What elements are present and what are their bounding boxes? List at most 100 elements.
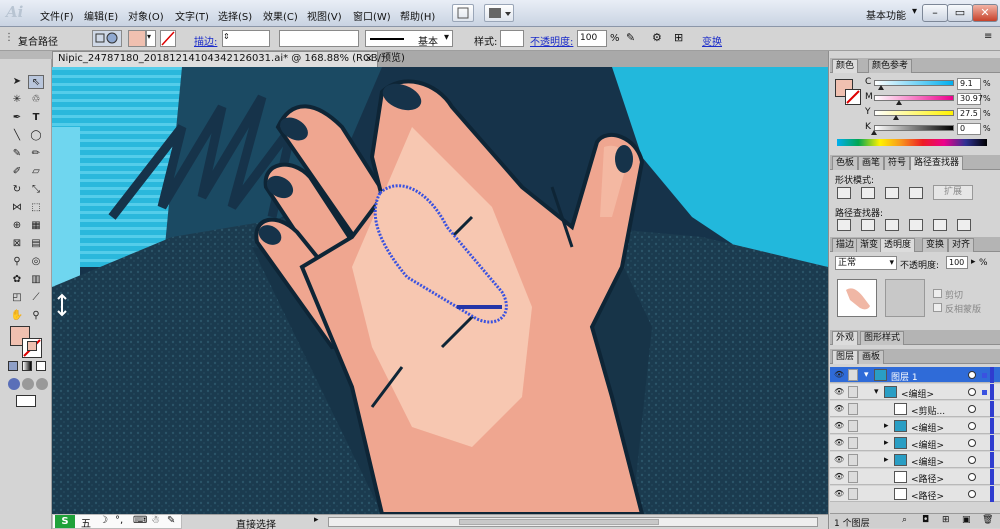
intersect-icon[interactable] [885,187,899,199]
layer-item-row[interactable]: 👁 ▸ <编组> [830,435,1000,451]
lock-toggle[interactable] [848,403,858,415]
selection-indicator[interactable] [982,390,987,395]
transparency-opacity-field[interactable]: 100 [946,256,968,269]
disclosure-triangle-icon[interactable]: ▸ [884,438,889,448]
ime-logo[interactable]: S [55,515,75,528]
stroke-label[interactable]: 描边: [194,33,217,48]
tab-graphic-styles[interactable]: 图形样式 [860,331,905,345]
blob-brush-icon[interactable]: ✐ [9,165,25,179]
tab-swatches[interactable]: 色板 [832,156,859,170]
current-tool-label[interactable]: 直接选择 [236,516,276,529]
tab-align[interactable]: 对齐 [948,238,975,252]
menu-object[interactable]: 对象(O) [128,8,164,23]
trash-icon[interactable]: 🗑 [982,515,993,525]
visibility-eye-icon[interactable]: 👁 [834,421,844,430]
lasso-icon[interactable]: ♲ [28,93,44,107]
tools-icon[interactable]: ✎ [167,515,175,526]
channel-k-slider[interactable] [874,125,954,131]
close-tab-icon[interactable]: × [365,52,373,66]
ellipse-tool-icon[interactable]: ◯ [28,129,44,143]
target-circle-icon[interactable] [968,456,976,464]
magic-wand-icon[interactable]: ✳ [9,93,25,107]
tab-transparency[interactable]: 透明度 [880,238,916,252]
status-menu-icon[interactable]: ▸ [314,515,319,525]
tab-symbols[interactable]: 符号 [884,156,911,170]
visibility-eye-icon[interactable]: 👁 [834,489,844,498]
color-spectrum[interactable] [837,139,987,146]
mask-thumbnail[interactable] [885,279,925,317]
tab-color[interactable]: 颜色 [832,59,859,73]
channel-c-thumb[interactable] [878,85,885,90]
workspace-switcher[interactable]: 基本功能 [866,7,906,22]
arrange-documents-icon[interactable] [484,4,514,22]
isolate-group-button[interactable] [92,30,122,47]
line-tool-icon[interactable]: ╲ [9,129,25,143]
target-circle-icon[interactable] [968,439,976,447]
channel-y-thumb[interactable] [893,115,899,120]
horizontal-scrollbar[interactable] [328,517,818,527]
gradient-mode-icon[interactable] [22,361,32,371]
trim-icon[interactable] [861,219,875,231]
tab-layers[interactable]: 图层 [832,350,859,364]
channel-c-value[interactable]: 9.1 [957,78,981,90]
stroke-swatch[interactable] [160,30,176,47]
channel-k-value[interactable]: 0 [957,123,981,135]
channel-m-slider[interactable] [874,95,954,101]
close-icon[interactable]: ✕ [972,4,998,22]
disclosure-triangle-icon[interactable]: ▾ [874,387,879,397]
restore-icon[interactable]: ▭ [947,4,973,22]
screen-mode-icon[interactable] [16,395,36,407]
layer-item-row[interactable]: 👁 ▸ <编组> [830,418,1000,434]
menu-view[interactable]: 视图(V) [307,8,342,23]
layer-row[interactable]: 👁 ▾ 图层 1 [830,367,1000,383]
draw-behind-icon[interactable] [22,378,34,390]
channel-y-slider[interactable] [874,110,954,116]
transform-link[interactable]: 变换 [702,33,722,48]
minimize-icon[interactable]: – [922,4,948,22]
target-circle-icon[interactable] [968,388,976,396]
bridge-icon[interactable] [452,4,474,22]
draw-inside-icon[interactable] [36,378,48,390]
make-clipping-mask-icon[interactable]: ◘ [922,515,929,525]
gear-icon[interactable]: ⚙ [652,31,662,44]
channel-k-thumb[interactable] [871,130,877,135]
none-mode-icon[interactable] [36,361,46,371]
keyboard-icon[interactable]: ⌨ [133,515,147,526]
target-circle-icon[interactable] [968,490,976,498]
invert-mask-checkbox[interactable] [933,303,942,312]
expand-button[interactable]: 扩展 [933,185,973,200]
visibility-eye-icon[interactable]: 👁 [834,387,844,396]
minus-front-icon[interactable] [861,187,875,199]
target-circle-icon[interactable] [968,405,976,413]
shape-builder-icon[interactable]: ⊕ [9,219,25,233]
draw-normal-icon[interactable] [8,378,20,390]
crop-icon[interactable] [909,219,923,231]
scale-tool-icon[interactable]: ⤡ [28,183,44,197]
tab-appearance[interactable]: 外观 [832,331,859,345]
tab-color-guide[interactable]: 颜色参考 [868,59,913,73]
menu-window[interactable]: 窗口(W) [353,8,391,23]
tab-pathfinder[interactable]: 路径查找器 [910,156,964,170]
lock-toggle[interactable] [848,369,858,381]
pencil-icon[interactable]: ✏ [28,147,44,161]
channel-m-value[interactable]: 30.97 [957,93,983,105]
lock-toggle[interactable] [848,488,858,500]
channel-m-thumb[interactable] [895,100,902,105]
visibility-eye-icon[interactable]: 👁 [834,404,844,413]
new-layer-icon[interactable]: ▣ [962,515,971,525]
artboard-canvas[interactable] [52,67,828,514]
visibility-eye-icon[interactable]: 👁 [834,438,844,447]
menu-file[interactable]: 文件(F) [40,8,74,23]
menu-type[interactable]: 文字(T) [175,8,209,23]
disclosure-triangle-icon[interactable]: ▸ [884,455,889,465]
channel-c-slider[interactable] [874,80,954,86]
merge-icon[interactable] [885,219,899,231]
brush-definition-field[interactable]: 基本 [365,30,453,48]
paintbrush-icon[interactable]: ✎ [9,147,25,161]
target-circle-icon[interactable] [968,473,976,481]
minus-back-icon[interactable] [957,219,971,231]
artboard-tool-icon[interactable]: ◰ [9,291,25,305]
selection-tool-icon[interactable]: ➤ [9,75,25,89]
rotate-tool-icon[interactable]: ↻ [9,183,25,197]
stroke-weight-field[interactable]: ⇕ [222,30,270,47]
